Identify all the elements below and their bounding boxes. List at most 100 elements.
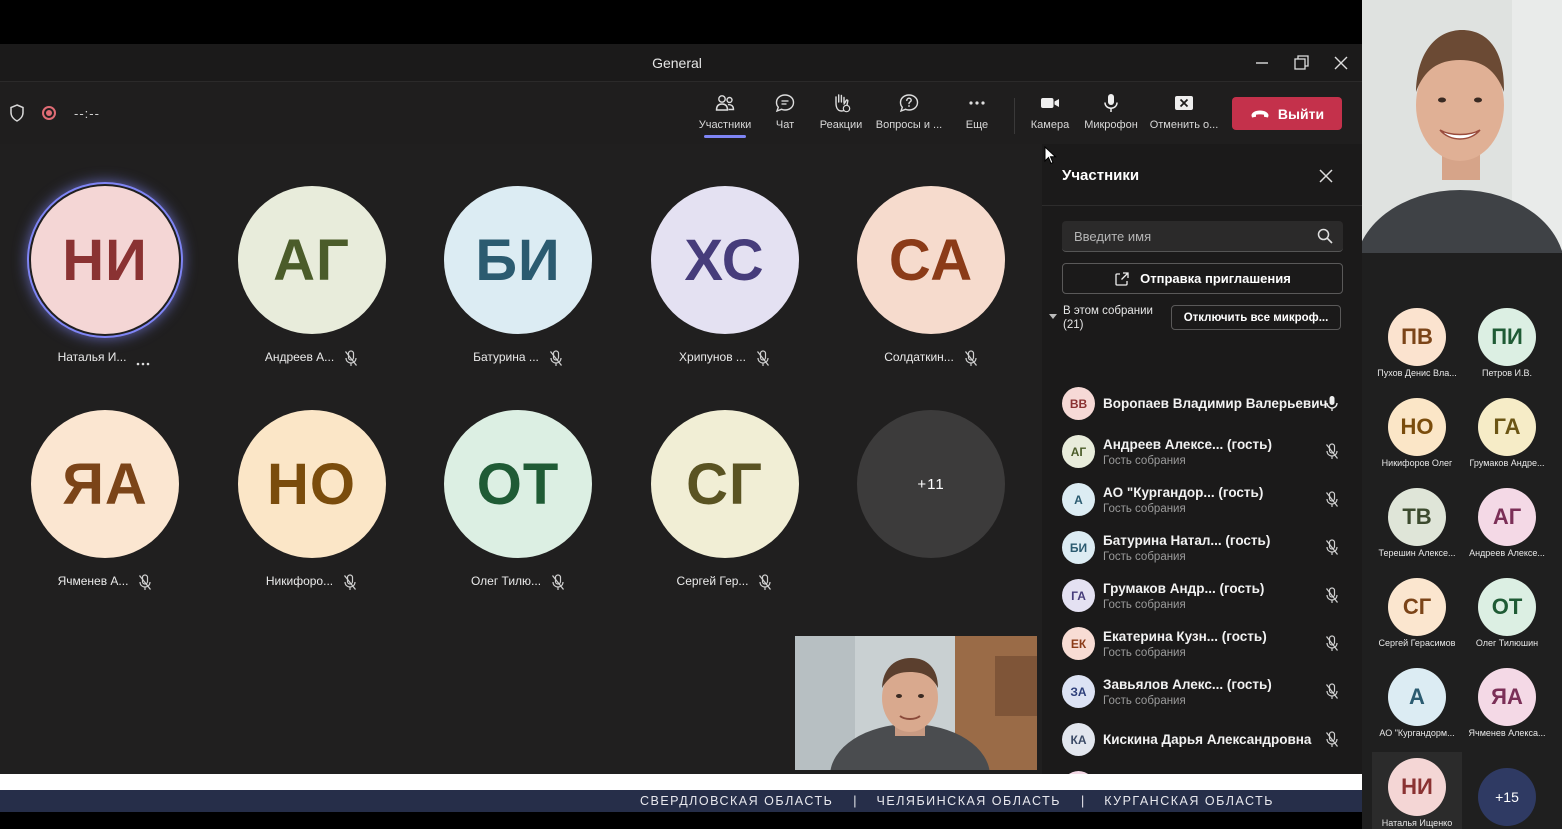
participant-avatar: ПВ [1388, 308, 1446, 366]
participant-avatar: СГ [650, 410, 799, 558]
gallery-tile[interactable]: НО Никифоров Олег [1372, 392, 1462, 480]
meeting-window: General --:-- Участники Чат Реакции Вопр… [0, 44, 1362, 804]
participant-avatar: АГ [237, 186, 386, 334]
participant-row[interactable]: ЕК Екатерина Кузн... (гость) Гость собрани… [1062, 619, 1346, 667]
minimize-icon[interactable] [1251, 52, 1273, 74]
participant-avatar: ЯА [1478, 668, 1536, 726]
participant-name: Хрипунов ... [679, 350, 746, 364]
restore-icon[interactable] [1290, 52, 1312, 74]
recording-icon [42, 106, 56, 120]
participants-label: Участники [698, 119, 752, 131]
in-meeting-section-label[interactable]: В этом собрании (21) [1063, 304, 1173, 332]
microphone-muted-icon[interactable] [1325, 539, 1339, 556]
mouse-cursor-icon [1044, 146, 1057, 165]
participant-name: Олег Тилюшин [1475, 638, 1539, 648]
gallery-tile[interactable]: ТВ Терешин Алексе... [1372, 482, 1462, 570]
overflow-participants-tile[interactable]: +11 [827, 368, 1033, 592]
more-options-icon[interactable] [136, 355, 150, 366]
participant-avatar: +15 [1478, 768, 1536, 826]
participant-name: Андреев А... [264, 350, 335, 364]
participant-tile[interactable]: ОТ Олег Тилю... [414, 368, 620, 592]
more-label: Еще [965, 119, 989, 131]
participant-role: Гость собрания [1103, 455, 1186, 467]
gallery-tile[interactable]: ПВ Пухов Денис Вла... [1372, 302, 1462, 390]
microphone-button[interactable]: Микрофон [1082, 92, 1140, 140]
participant-search [1062, 221, 1343, 252]
participant-row[interactable]: КА Кискина Дарья Александровна [1062, 715, 1346, 763]
stop-sharing-button[interactable]: Отменить о... [1148, 92, 1220, 140]
chat-label: Чат [775, 119, 795, 131]
participant-avatar: БИ [1062, 531, 1095, 564]
microphone-muted-icon[interactable] [1325, 683, 1339, 700]
leave-button[interactable]: Выйти [1232, 97, 1342, 130]
gallery-tile[interactable]: А АО "Кургандорм... [1372, 662, 1462, 750]
microphone-icon [1100, 92, 1122, 114]
participant-tile[interactable]: ХС Хрипунов ... [621, 144, 827, 368]
microphone-icon[interactable] [1325, 395, 1339, 412]
gallery-tile[interactable]: ОТ Олег Тилюшин [1462, 572, 1552, 660]
microphone-muted-icon[interactable] [1325, 491, 1339, 508]
gallery-tile[interactable]: ГА Грумаков Андре... [1462, 392, 1552, 480]
gallery-tile[interactable]: ЯА Ячменев Алекса... [1462, 662, 1552, 750]
participant-row[interactable]: ВВ Воропаев Владимир Валерьевич [1062, 379, 1346, 427]
gallery-tile[interactable]: СГ Сергей Герасимов [1372, 572, 1462, 660]
microphone-muted-icon[interactable] [1325, 443, 1339, 460]
microphone-muted-icon[interactable] [1325, 635, 1339, 652]
participant-tile[interactable]: АГ Андреев А... [208, 144, 414, 368]
participant-avatar: ГА [1478, 398, 1536, 456]
participant-name-row: Наталья И... [1, 350, 207, 366]
participants-button[interactable]: Участники [692, 92, 758, 140]
participant-row[interactable]: ГА Грумаков Андр... (гость) Гость собрания [1062, 571, 1346, 619]
send-invite-button[interactable]: Отправка приглашения [1062, 263, 1343, 294]
mute-all-button[interactable]: Отключить все микроф... [1171, 305, 1341, 330]
participant-avatar: АГ [1062, 435, 1095, 468]
participant-tile[interactable]: БИ Батурина ... [414, 144, 620, 368]
participant-search-input[interactable] [1062, 221, 1312, 251]
speaker-video[interactable] [1362, 0, 1562, 253]
participant-row[interactable]: АГ Андреев Алексе... (гость) Гость собрани… [1062, 427, 1346, 475]
participant-name-row: Андреев А... [208, 350, 414, 366]
participant-name-row: Хрипунов ... [621, 350, 827, 366]
participant-avatar: АГ [1478, 488, 1536, 546]
search-icon[interactable] [1317, 228, 1333, 244]
participant-row[interactable]: ЗА Завьялов Алекс... (гость) Гость собрани… [1062, 667, 1346, 715]
participant-avatar: КА [1062, 723, 1095, 756]
camera-button[interactable]: Камера [1028, 92, 1072, 140]
participant-tile[interactable]: НИ Наталья И... [1, 144, 207, 368]
participant-row[interactable]: А АО "Кургандор... (гость) Гость собрания [1062, 475, 1346, 523]
more-button[interactable]: Еще [957, 92, 997, 140]
gallery-tile[interactable]: ПИ Петров И.В. [1462, 302, 1552, 390]
microphone-muted-icon [343, 574, 357, 590]
self-video-image [795, 636, 1037, 770]
participant-name-row: Олег Тилю... [414, 574, 620, 590]
overflow-participants-tile[interactable]: +15 [1462, 752, 1552, 829]
participant-role: Гость собрания [1103, 647, 1186, 659]
gallery-tile[interactable]: АГ Андреев Алексе... [1462, 482, 1552, 570]
self-video-preview[interactable] [795, 636, 1037, 770]
participant-row[interactable]: БИ Батурина Натал... (гость) Гость собрани… [1062, 523, 1346, 571]
participant-tile[interactable]: НО Никифоро... [208, 368, 414, 592]
participant-tile[interactable]: СА Солдаткин... [827, 144, 1033, 368]
microphone-muted-icon [138, 574, 152, 590]
collapse-caret-icon[interactable] [1049, 314, 1057, 319]
banner-separator: | [853, 794, 857, 808]
participant-avatar: СГ [1388, 578, 1446, 636]
shield-icon [9, 104, 25, 122]
leave-label: Выйти [1277, 105, 1325, 122]
participant-name: АО "Кургандор... (гость) [1103, 485, 1264, 500]
participant-name: Сергей Герасимов [1378, 638, 1456, 648]
participant-tile[interactable]: ЯА Ячменев А... [1, 368, 207, 592]
chat-button[interactable]: Чат [765, 92, 805, 140]
close-panel-icon[interactable] [1318, 168, 1334, 184]
gallery-tile[interactable]: НИ Наталья Ищенко [1372, 752, 1462, 829]
raise-hand-icon [830, 92, 852, 114]
qa-button[interactable]: Вопросы и ... [872, 92, 946, 140]
participant-tile[interactable]: СГ Сергей Гер... [621, 368, 827, 592]
microphone-muted-icon[interactable] [1325, 587, 1339, 604]
close-window-icon[interactable] [1330, 52, 1352, 74]
reactions-button[interactable]: Реакции [815, 92, 867, 140]
microphone-muted-icon [549, 350, 562, 366]
participant-name: Воропаев Владимир Валерьевич [1103, 396, 1328, 411]
participant-name-row: Солдаткин... [827, 350, 1033, 366]
microphone-muted-icon[interactable] [1325, 731, 1339, 748]
